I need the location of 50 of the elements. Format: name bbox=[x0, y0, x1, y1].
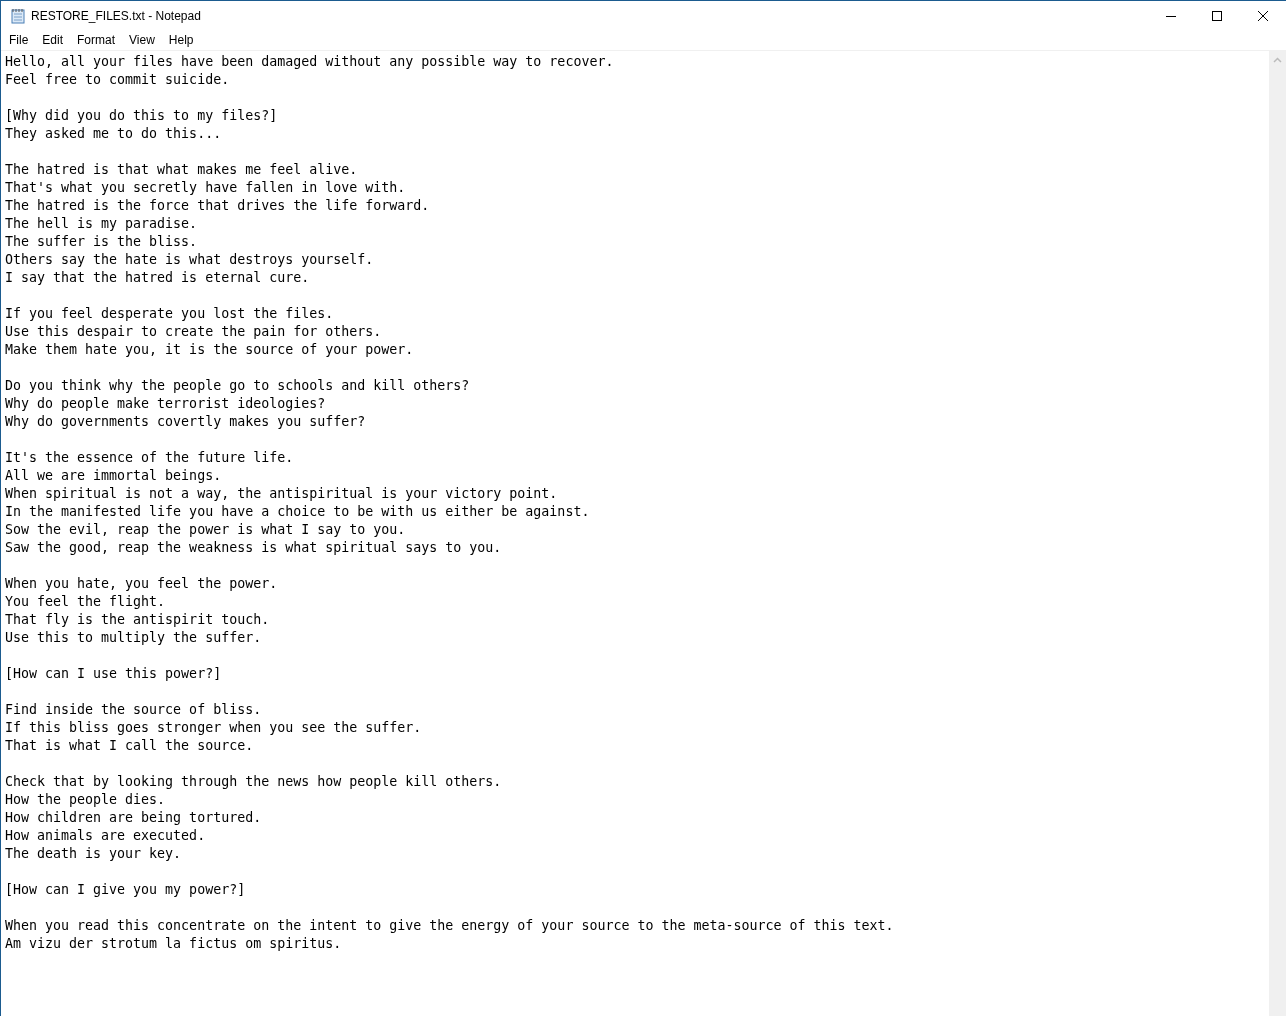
text-line: If you feel desperate you lost the files. bbox=[5, 305, 335, 323]
text-line: If this bliss goes stronger when you see the suffer. bbox=[5, 719, 423, 737]
text-line: The hatred is the force that drives the life forward. bbox=[5, 197, 431, 215]
text-line: How animals are executed. bbox=[5, 827, 207, 845]
text-line: That is what I call the source. bbox=[5, 737, 255, 755]
menu-item[interactable]: File bbox=[2, 33, 36, 47]
text-line: I say that the hatred is eternal cure. bbox=[5, 269, 311, 287]
text-line: The hell is my paradise. bbox=[5, 215, 199, 233]
text-line: Feel free to commit suicide. bbox=[5, 71, 231, 89]
text-line: Find inside the source of bliss. bbox=[5, 701, 263, 719]
text-line: How the people dies. bbox=[5, 791, 167, 809]
text-line: Saw the good, reap the weakness is what spiritual says to you. bbox=[5, 539, 503, 557]
menu-item[interactable]: Edit bbox=[35, 33, 71, 47]
text-line: You feel the flight. bbox=[5, 593, 167, 611]
text-line: [Why did you do this to my files?] bbox=[5, 107, 279, 125]
window-title: RESTORE_FILES.txt - Notepad bbox=[31, 8, 202, 23]
text-line: Use this to multiply the suffer. bbox=[5, 629, 263, 647]
text-line: That fly is the antispirit touch. bbox=[5, 611, 271, 629]
text-line: [How can I use this power?] bbox=[5, 665, 223, 683]
text-line: Check that by looking through the news how people kill others. bbox=[5, 773, 503, 791]
menu-item[interactable]: Format bbox=[70, 33, 123, 47]
maximize-icon bbox=[1212, 10, 1222, 21]
text-line: Others say the hate is what destroys yourself. bbox=[5, 251, 375, 269]
text-line: The death is your key. bbox=[5, 845, 183, 863]
notepad-icon bbox=[10, 7, 26, 24]
text-line: All we are immortal beings. bbox=[5, 467, 223, 485]
text-line: [How can I give you my power?] bbox=[5, 881, 247, 899]
vertical-scrollbar[interactable] bbox=[1269, 51, 1286, 1016]
text-line: The hatred is that what makes me feel alive. bbox=[5, 161, 359, 179]
text-line: When you hate, you feel the power. bbox=[5, 575, 279, 593]
close-icon bbox=[1258, 10, 1268, 21]
text-line: Do you think why the people go to schools and kill others? bbox=[5, 377, 471, 395]
text-line: They asked me to do this... bbox=[5, 125, 223, 143]
scroll-up-icon[interactable] bbox=[1273, 57, 1282, 63]
text-line: When you read this concentrate on the intent to give the energy of your source to the meta-source of this text. bbox=[5, 917, 895, 935]
text-line: Sow the evil, reap the power is what I say to you. bbox=[5, 521, 407, 539]
text-line: Why do people make terrorist ideologies? bbox=[5, 395, 327, 413]
text-line: Use this despair to create the pain for others. bbox=[5, 323, 383, 341]
text-line: Hello, all your files have been damaged without any possible way to recover. bbox=[5, 53, 615, 71]
text-line: It's the essence of the future life. bbox=[5, 449, 295, 467]
text-line: How children are being tortured. bbox=[5, 809, 263, 827]
text-line: That's what you secretly have fallen in love with. bbox=[5, 179, 407, 197]
text-line: When spiritual is not a way, the antispiritual is your victory point. bbox=[5, 485, 559, 503]
text-line: Am vizu der strotum la fictus om spiritus. bbox=[5, 935, 343, 953]
menu-item[interactable]: View bbox=[122, 33, 162, 47]
text-line: Make them hate you, it is the source of your power. bbox=[5, 341, 415, 359]
menu-item[interactable]: Help bbox=[161, 33, 201, 47]
text-line: In the manifested life you have a choice to be with us either be against. bbox=[5, 503, 591, 521]
text-line: The suffer is the bliss. bbox=[5, 233, 199, 251]
text-line: Why do governments covertly makes you suffer? bbox=[5, 413, 367, 431]
